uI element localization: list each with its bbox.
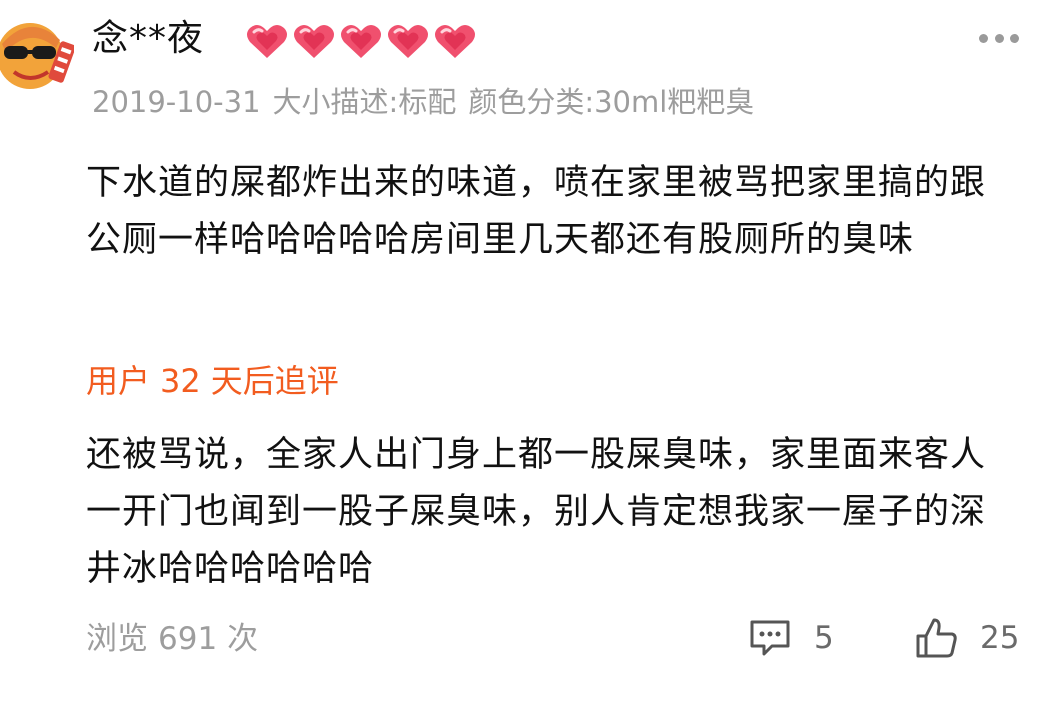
heart-level-icon (388, 25, 428, 58)
like-count: 25 (980, 620, 1020, 656)
review-card: 念**夜 2019-10-31 大小描述:标配 颜色分类:30ml粑粑臭 下水道的屎… (0, 0, 1059, 710)
review-date: 2019-10-31 (92, 85, 261, 119)
user-avatar[interactable] (0, 4, 74, 104)
comment-count: 5 (814, 620, 834, 656)
followup-title: 用户 32 天后追评 (86, 358, 339, 404)
view-count: 浏览 691 次 (86, 617, 258, 661)
username[interactable]: 念**夜 (92, 16, 204, 62)
user-level-hearts (244, 22, 478, 62)
more-dots-icon[interactable] (979, 32, 1019, 44)
heart-level-icon (294, 25, 334, 58)
dot (1010, 33, 1019, 43)
views-label: 浏览 (86, 621, 148, 657)
comment-button[interactable]: 5 (748, 612, 834, 664)
followup-suffix: 天后追评 (210, 362, 339, 400)
views-unit: 次 (227, 621, 259, 657)
heart-level-icon (435, 25, 475, 58)
cartoon-avatar-icon (0, 23, 74, 89)
dot (994, 33, 1004, 43)
followup-days: 32 (160, 362, 201, 400)
views-count: 691 (158, 621, 218, 657)
heart-level-icon (341, 25, 381, 58)
review-content: 下水道的屎都炸出来的味道，喷在家里被骂把家里搞的跟公厕一样哈哈哈哈哈房间里几天都… (86, 163, 987, 260)
size-spec: 大小描述:标配 (272, 85, 457, 119)
color-spec: 颜色分类:30ml粑粑臭 (468, 85, 755, 119)
like-button[interactable]: 25 (914, 612, 1019, 664)
heart-level-icon (247, 25, 287, 58)
dot (979, 33, 988, 43)
followup-prefix: 用户 (86, 362, 151, 400)
thumbs-up-icon (916, 618, 957, 658)
review-meta: 2019-10-31 大小描述:标配 颜色分类:30ml粑粑臭 (92, 82, 754, 122)
followup-content: 还被骂说，全家人出门身上都一股屎臭味，家里面来客人一开门也闻到一股子屎臭味，别人… (86, 435, 987, 589)
comment-icon (750, 620, 790, 656)
